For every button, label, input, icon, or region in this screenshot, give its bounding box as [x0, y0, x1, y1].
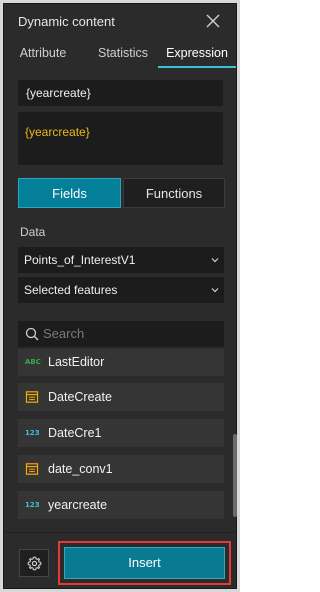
number-icon: 123 — [25, 501, 40, 509]
date-icon — [25, 391, 39, 403]
settings-button[interactable] — [19, 549, 49, 577]
tab-bar: Attribute Statistics Expression — [4, 40, 236, 68]
close-icon[interactable] — [204, 12, 222, 30]
chevron-down-icon — [211, 288, 219, 293]
data-label: Data — [20, 225, 46, 239]
field-name: LastEditor — [48, 355, 105, 369]
data-source-value: Points_of_InterestV1 — [24, 253, 136, 267]
field-search-input[interactable]: Search — [18, 321, 224, 347]
panel-title: Dynamic content — [18, 14, 115, 29]
fields-tab-button[interactable]: Fields — [18, 178, 121, 208]
screenshot-frame: Dynamic content Attribute Statistics Exp… — [0, 0, 240, 592]
field-name: date_conv1 — [48, 462, 113, 476]
tab-attribute[interactable]: Attribute — [12, 40, 74, 68]
search-placeholder: Search — [43, 326, 85, 341]
selection-value: Selected features — [24, 283, 118, 297]
list-item-lasteditor[interactable]: ABC LastEditor — [18, 349, 224, 376]
list-item-date-conv1[interactable]: date_conv1 — [18, 455, 224, 483]
list-item-yearcreate[interactable]: 123 yearcreate — [18, 491, 224, 519]
list-item-datecre1[interactable]: 123 DateCre1 — [18, 419, 224, 447]
functions-tab-button[interactable]: Functions — [123, 178, 225, 208]
field-list-scrollbar[interactable] — [233, 434, 237, 517]
dynamic-content-panel: Dynamic content Attribute Statistics Exp… — [3, 3, 237, 589]
expression-preview[interactable]: {yearcreate} — [18, 112, 223, 165]
data-source-select[interactable]: Points_of_InterestV1 — [18, 247, 224, 273]
insert-button[interactable]: Insert — [64, 547, 225, 579]
number-icon: 123 — [25, 429, 40, 437]
panel-header: Dynamic content — [4, 4, 236, 40]
gear-icon — [27, 556, 42, 571]
tab-statistics[interactable]: Statistics — [90, 40, 156, 68]
field-name: yearcreate — [48, 498, 108, 512]
field-list: ABC LastEditor DateCreate 123 DateCre1 d… — [18, 349, 232, 521]
chevron-down-icon — [211, 258, 219, 263]
list-item-datecreate[interactable]: DateCreate — [18, 383, 224, 411]
search-icon — [25, 327, 39, 341]
selection-select[interactable]: Selected features — [18, 277, 224, 303]
field-name: DateCreate — [48, 390, 112, 404]
date-icon — [25, 463, 39, 475]
field-name: DateCre1 — [48, 426, 102, 440]
expression-input[interactable]: {yearcreate} — [18, 80, 223, 106]
tab-expression[interactable]: Expression — [158, 40, 236, 68]
panel-footer: Insert — [4, 532, 236, 588]
string-icon: ABC — [25, 358, 41, 366]
